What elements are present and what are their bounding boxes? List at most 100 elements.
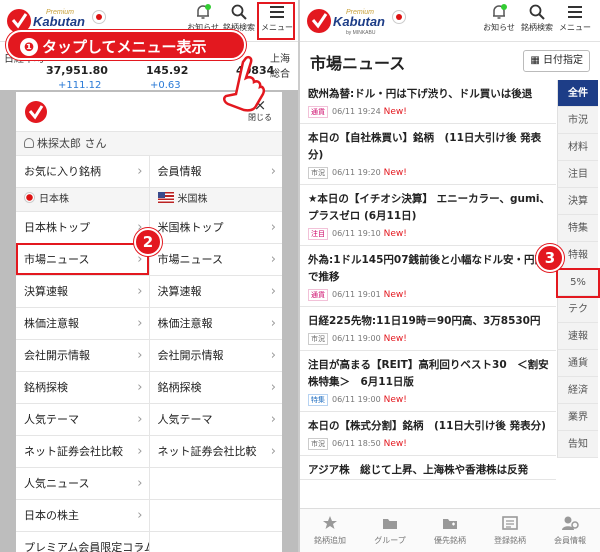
news-time: 06/11 19:20 [332, 168, 381, 177]
menu-section-header: 日本株 米国株 [16, 188, 282, 212]
tab-category[interactable]: 全件 [557, 80, 598, 107]
menu-button[interactable]: メニュー [556, 3, 594, 39]
news-list: 欧州為替:ドル・円は下げ渋り、ドル買いは後退 通貨 06/11 19:24 New! 本… [300, 80, 556, 480]
menu-item-japan[interactable]: 銘柄探検 [16, 372, 149, 403]
step-badge-2: 2 [134, 228, 162, 256]
section-japan: 日本株 [16, 188, 149, 211]
callout-text: タップしてメニュー表示 [42, 38, 207, 56]
tab-category[interactable]: 決算 [557, 188, 598, 215]
bottom-nav-label: 会員情報 [554, 536, 586, 545]
bottom-nav-item[interactable]: グループ [360, 509, 420, 552]
new-badge: New! [383, 439, 407, 449]
menu-item-us[interactable]: 市場ニュース [148, 244, 283, 275]
menu-item-us [148, 500, 283, 531]
menu-item-japan[interactable]: 人気テーマ [16, 404, 149, 435]
bell-icon [493, 4, 507, 19]
menu-item-us [148, 468, 283, 499]
tab-category[interactable]: 材料 [557, 134, 598, 161]
news-time: 06/11 19:00 [332, 395, 381, 404]
news-title[interactable]: 注目が高まる【REIT】高利回りベスト30 ＜割安株特集＞ 6月11日版 [308, 357, 552, 391]
kabutan-mark-icon [25, 101, 47, 123]
menu-item-favorites[interactable]: お気に入り銘柄 [16, 156, 149, 187]
news-meta: 注目 06/11 19:10 New! [308, 225, 552, 245]
menu-item-member-info[interactable]: 会員情報 [148, 156, 283, 187]
tab-category[interactable]: 告知 [557, 431, 598, 458]
tab-category[interactable]: 経済 [557, 377, 598, 404]
menu-item-japan[interactable]: 日本株トップ [16, 212, 149, 243]
bottom-nav-item[interactable]: 優先銘柄 [420, 509, 480, 552]
callout-tap-menu: ❶ タップしてメニュー表示 [6, 30, 246, 60]
new-badge: New! [383, 168, 407, 178]
tab-category[interactable]: テク [557, 296, 598, 323]
news-item[interactable]: 外為:1ドル145円07銭前後と小幅なドル安・円高で推移 通貨 06/11 19:0… [300, 246, 556, 307]
ticker-value: 145.92 [146, 64, 189, 77]
menu-item-japan[interactable]: 決算速報 [16, 276, 149, 307]
tab-category[interactable]: 特集 [557, 215, 598, 242]
menu-row: 人気テーマ人気テーマ [16, 404, 282, 436]
tab-category[interactable]: 速報 [557, 323, 598, 350]
menu-item-japan[interactable]: 会社開示情報 [16, 340, 149, 371]
menu-row: 会社開示情報会社開示情報 [16, 340, 282, 372]
menu-row: お気に入り銘柄 会員情報 [16, 156, 282, 188]
menu-item-us[interactable]: 人気テーマ [148, 404, 283, 435]
news-meta: 通貨 06/11 19:01 New! [308, 286, 552, 306]
menu-item-us[interactable]: 会社開示情報 [148, 340, 283, 371]
user-icon [24, 138, 34, 148]
menu-item-us[interactable]: 決算速報 [148, 276, 283, 307]
news-title[interactable]: 本日の【自社株買い】銘柄 (11日大引け後 発表分) [308, 130, 552, 164]
date-select-button[interactable]: ▦ 日付指定 [523, 50, 590, 72]
news-item[interactable]: アジア株 総じて上昇、上海株や香港株は反発 [300, 456, 556, 480]
news-item[interactable]: 日経225先物:11日19時＝90円高、3万8530円市況 06/11 19:00… [300, 307, 556, 351]
menu-label: メニュー [559, 23, 591, 32]
news-title[interactable]: ★本日の【イチオシ決算】 エニーカラー、gumi、プラスゼロ (6月11日) [308, 191, 552, 225]
bottom-nav-item[interactable]: 登録銘柄 [480, 509, 540, 552]
news-meta: 市況 06/11 19:20 New! [308, 164, 552, 184]
news-category-tag: 市況 [308, 438, 328, 450]
news-item[interactable]: 欧州為替:ドル・円は下げ渋り、ドル買いは後退 通貨 06/11 19:24 New! [300, 80, 556, 124]
news-title[interactable]: 欧州為替:ドル・円は下げ渋り、ドル買いは後退 [308, 86, 552, 103]
search-button[interactable]: 銘柄検索 [518, 3, 556, 39]
menu-item-japan[interactable]: 株価注意報 [16, 308, 149, 339]
news-item[interactable]: ★本日の【イチオシ決算】 エニーカラー、gumi、プラスゼロ (6月11日) 注目… [300, 185, 556, 246]
svg-text:Kabutan: Kabutan [33, 14, 85, 29]
menu-item-us[interactable]: 銘柄探検 [148, 372, 283, 403]
menu-item-japan[interactable]: 人気ニュース [16, 468, 149, 499]
new-badge: New! [383, 229, 407, 239]
header: Premium Kabutan by MINKABU お知らせ 銘柄検索 メニュ… [300, 0, 600, 42]
news-title[interactable]: 外為:1ドル145円07銭前後と小幅なドル安・円高で推移 [308, 252, 552, 286]
step-badge-3: 3 [536, 244, 564, 272]
menu-item-japan[interactable]: 日本の株主 [16, 500, 149, 531]
menu-row: 決算速報決算速報 [16, 276, 282, 308]
news-meta: 通貨 06/11 19:24 New! [308, 103, 552, 123]
notify-button[interactable]: お知らせ [480, 3, 518, 39]
bottom-nav-item[interactable]: 会員情報 [540, 509, 600, 552]
japan-flag-icon [92, 10, 106, 24]
news-category-tag: 注目 [308, 228, 328, 240]
menu-item-us[interactable]: 株価注意報 [148, 308, 283, 339]
tab-category[interactable]: 注目 [557, 161, 598, 188]
ticker-value: 37,951.80 [46, 64, 108, 77]
menu-item-japan[interactable]: ネット証券会社比較 [16, 436, 149, 467]
bottom-nav-item[interactable]: 銘柄追加 [300, 509, 360, 552]
search-icon [529, 4, 545, 20]
bottom-nav-label: 銘柄追加 [314, 536, 346, 545]
news-category-tag: 通貨 [308, 106, 328, 118]
news-time: 06/11 19:10 [332, 229, 381, 238]
tab-category[interactable]: 市況 [557, 107, 598, 134]
menu-item-us[interactable]: ネット証券会社比較 [148, 436, 283, 467]
menu-row: 人気ニュース [16, 468, 282, 500]
news-item[interactable]: 本日の【自社株買い】銘柄 (11日大引け後 発表分) 市況 06/11 19:20 N… [300, 124, 556, 185]
menu-item-us[interactable]: 米国株トップ [148, 212, 283, 243]
news-time: 06/11 19:01 [332, 290, 381, 299]
tab-category[interactable]: 通貨 [557, 350, 598, 377]
news-title[interactable]: 本日の【株式分割】銘柄 (11日大引け後 発表分) [308, 418, 552, 435]
news-item[interactable]: 本日の【株式分割】銘柄 (11日大引け後 発表分) 市況 06/11 18:50 Ne… [300, 412, 556, 456]
news-title[interactable]: アジア株 総じて上昇、上海株や香港株は反発 [308, 462, 552, 479]
news-title[interactable]: 日経225先物:11日19時＝90円高、3万8530円 [308, 313, 552, 330]
news-item[interactable]: 注目が高まる【REIT】高利回りベスト30 ＜割安株特集＞ 6月11日版 特集 06… [300, 351, 556, 412]
menu-item-japan[interactable]: プレミアム会員限定コラム [16, 532, 149, 552]
section-us-label: 米国株 [177, 194, 208, 205]
news-time: 06/11 19:00 [332, 334, 381, 343]
news-category-tag: 市況 [308, 333, 328, 345]
tab-category[interactable]: 業界 [557, 404, 598, 431]
